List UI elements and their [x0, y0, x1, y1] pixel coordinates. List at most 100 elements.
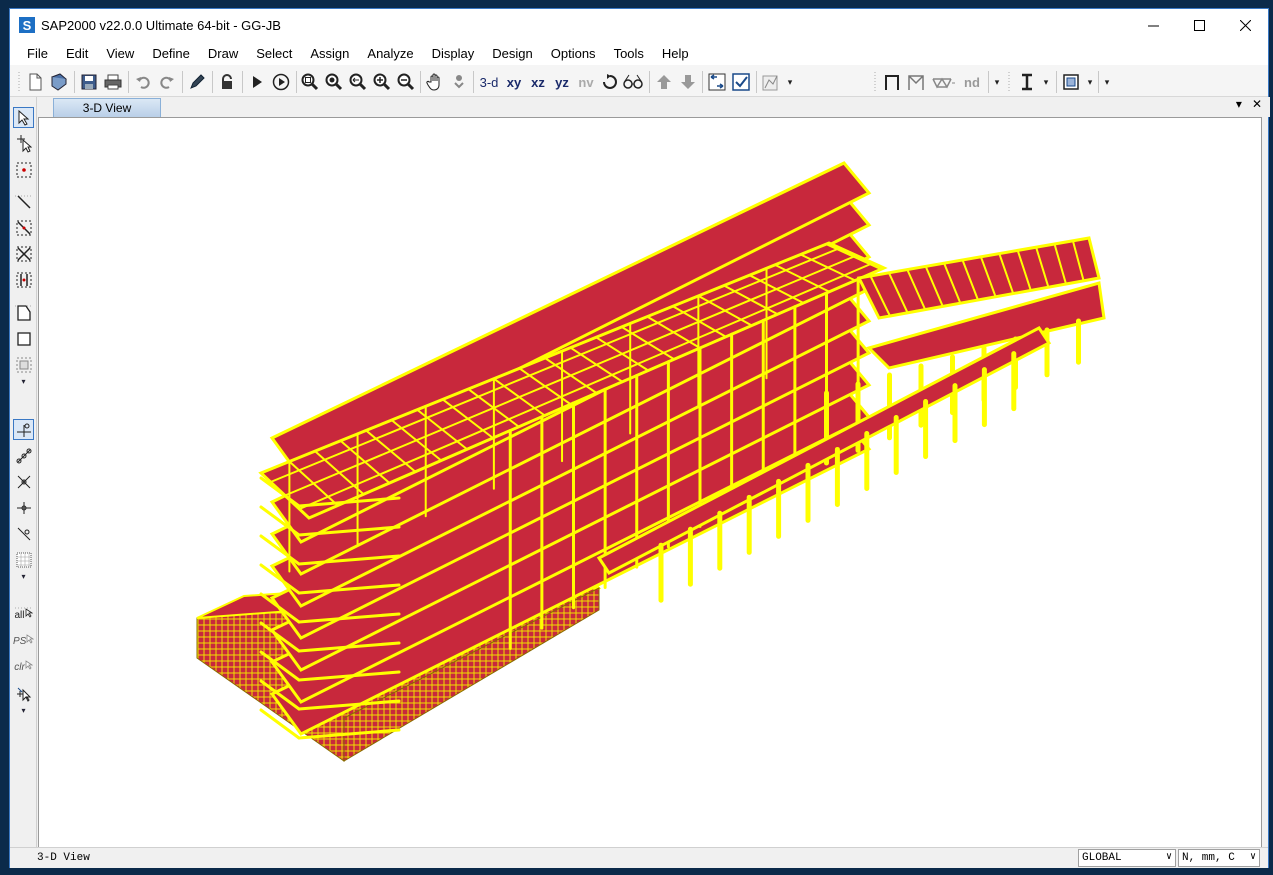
move-up-list-button[interactable] — [653, 71, 675, 93]
zoom-out-button[interactable] — [395, 71, 417, 93]
model-viewport[interactable] — [38, 117, 1262, 849]
dropdown-arrow-icon: ▾ — [1104, 76, 1110, 87]
menu-display[interactable]: Display — [423, 46, 484, 61]
arrow-up-icon — [657, 75, 671, 89]
draw-joint-button[interactable] — [13, 159, 34, 180]
units-select[interactable]: N, mm, C ∨ — [1178, 849, 1260, 867]
portal-frame-icon — [885, 75, 899, 90]
arrow-down-icon — [681, 75, 695, 89]
menu-analyze[interactable]: Analyze — [358, 46, 422, 61]
draw-truss-button[interactable] — [931, 71, 957, 93]
snap-to-perpendicular-button[interactable] — [13, 497, 34, 518]
perspective-toggle-button[interactable] — [621, 71, 645, 93]
menu-define[interactable]: Define — [143, 46, 199, 61]
menu-help[interactable]: Help — [653, 46, 698, 61]
draw-frame-button[interactable] — [881, 71, 903, 93]
toolbar-grip-icon — [872, 71, 878, 93]
run-analysis-button[interactable] — [246, 71, 268, 93]
quick-draw-area-button[interactable] — [13, 354, 34, 375]
select-all-button[interactable]: all — [13, 605, 34, 626]
save-button[interactable] — [78, 71, 100, 93]
previous-zoom-button[interactable] — [347, 71, 369, 93]
menu-file[interactable]: File — [18, 46, 57, 61]
menu-edit[interactable]: Edit — [57, 46, 97, 61]
menu-assign[interactable]: Assign — [301, 46, 358, 61]
move-down-list-button[interactable] — [677, 71, 699, 93]
new-file-icon — [29, 73, 42, 91]
coordinate-system-value: GLOBAL — [1082, 852, 1122, 864]
snap-points-icon — [16, 423, 31, 437]
pointer-select-button[interactable] — [13, 107, 34, 128]
toolbar-overflow-button[interactable]: ▾ — [1101, 71, 1113, 93]
draw-brace-button[interactable] — [905, 71, 929, 93]
menu-design[interactable]: Design — [483, 46, 541, 61]
snap-dropdown-button[interactable]: ▾ — [13, 571, 34, 581]
show-shape-dropdown-button[interactable]: ▾ — [784, 71, 796, 93]
set-3d-view-button[interactable]: 3-d — [477, 71, 501, 93]
run-now-button[interactable] — [270, 71, 292, 93]
select-pointer-icon — [25, 607, 33, 618]
dropdown-arrow-icon: ▾ — [21, 705, 26, 715]
print-button[interactable] — [102, 71, 124, 93]
menu-view[interactable]: View — [97, 46, 143, 61]
menu-draw[interactable]: Draw — [199, 46, 247, 61]
reshape-object-button[interactable] — [13, 133, 34, 154]
new-model-button[interactable] — [24, 71, 46, 93]
zoom-in-button[interactable] — [371, 71, 393, 93]
section-dropdown-button[interactable]: ▾ — [1040, 71, 1052, 93]
lock-icon — [222, 74, 232, 89]
close-view-button[interactable]: ✕ — [1252, 97, 1262, 111]
close-button[interactable] — [1222, 9, 1268, 41]
set-display-options-button[interactable] — [730, 71, 752, 93]
set-xy-view-button[interactable]: xy — [503, 71, 525, 93]
rotate-view-button[interactable] — [599, 71, 621, 93]
quick-draw-braces-button[interactable] — [13, 243, 34, 264]
area-section-button[interactable] — [1060, 71, 1082, 93]
app-window: S SAP2000 v22.0.0 Ultimate 64-bit - GG-J… — [9, 8, 1270, 868]
tab-3d-view[interactable]: 3-D View — [53, 98, 161, 117]
pan-button[interactable] — [424, 71, 446, 93]
refresh-window-button[interactable] — [186, 71, 208, 93]
more-tools-dropdown-button[interactable]: ▾ — [13, 376, 34, 386]
set-xz-view-button[interactable]: xz — [527, 71, 549, 93]
toolbar-overflow-button[interactable]: ▾ — [991, 71, 1003, 93]
quick-brace-icon — [16, 246, 31, 261]
quick-draw-secondary-beams-button[interactable] — [13, 269, 34, 290]
menu-options[interactable]: Options — [542, 46, 605, 61]
area-dropdown-button[interactable]: ▾ — [1084, 71, 1096, 93]
set-nv-view-button[interactable]: nv — [575, 71, 597, 93]
menu-select[interactable]: Select — [247, 46, 301, 61]
undo-button[interactable] — [132, 71, 154, 93]
minimize-button[interactable] — [1130, 9, 1176, 41]
intersecting-line-select-button[interactable] — [13, 683, 34, 704]
snap-to-lines-button[interactable] — [13, 523, 34, 544]
coordinate-system-select[interactable]: GLOBAL ∨ — [1078, 849, 1176, 867]
menu-tools[interactable]: Tools — [605, 46, 653, 61]
rubber-band-zoom-button[interactable] — [299, 71, 321, 93]
snap-to-grid-button[interactable] — [13, 549, 34, 570]
snap-to-intersections-button[interactable] — [13, 471, 34, 492]
open-model-button[interactable] — [48, 71, 70, 93]
set-yz-view-button[interactable]: yz — [551, 71, 573, 93]
tab-list-button[interactable]: ▾ — [1236, 97, 1242, 111]
redo-button[interactable] — [156, 71, 178, 93]
select-dropdown-button[interactable]: ▾ — [13, 705, 34, 715]
rotate-3d-view-button[interactable] — [448, 71, 470, 93]
restore-full-view-button[interactable] — [323, 71, 345, 93]
draw-poly-area-button[interactable] — [13, 302, 34, 323]
draw-frame-cable-button[interactable] — [13, 191, 34, 212]
node-display-button[interactable]: nd — [960, 71, 984, 93]
rotate-3d-icon — [454, 75, 464, 89]
draw-rectangular-area-button[interactable] — [13, 328, 34, 349]
lock-model-button[interactable] — [216, 71, 238, 93]
maximize-button[interactable] — [1176, 9, 1222, 41]
quick-draw-frame-button[interactable] — [13, 217, 34, 238]
get-previous-selection-side-button[interactable]: PS — [13, 631, 34, 652]
get-previous-selection-button[interactable] — [706, 71, 728, 93]
snap-to-points-button[interactable] — [13, 419, 34, 440]
section-designer-button[interactable] — [1016, 71, 1038, 93]
clear-selection-button[interactable]: clr — [13, 657, 34, 678]
window-title: SAP2000 v22.0.0 Ultimate 64-bit - GG-JB — [41, 17, 281, 33]
show-shape-button[interactable] — [760, 71, 782, 93]
snap-to-ends-button[interactable] — [13, 445, 34, 466]
